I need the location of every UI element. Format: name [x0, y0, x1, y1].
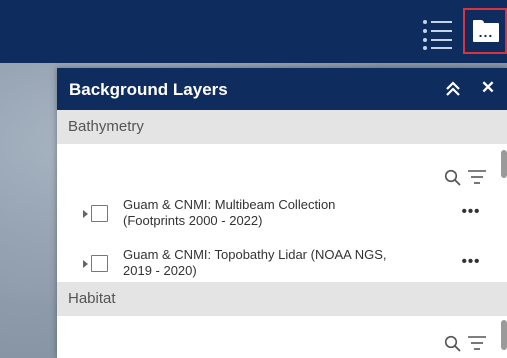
layer-label: Guam & CNMI: Topobathy Lidar (NOAA NGS, …	[123, 247, 387, 278]
panel-title: Background Layers	[69, 80, 228, 99]
search-icon[interactable]	[444, 335, 462, 353]
background-layers-button[interactable]: ...	[463, 8, 507, 54]
scrollbar-thumb[interactable]	[501, 150, 507, 178]
layer-checkbox[interactable]	[91, 255, 108, 272]
list-icon[interactable]	[421, 16, 453, 50]
section-title: Bathymetry	[68, 118, 144, 135]
close-button[interactable]: ✕	[477, 77, 499, 99]
expand-caret-icon[interactable]	[83, 260, 88, 268]
more-options-icon[interactable]: •••	[458, 204, 484, 221]
scrollbar-thumb[interactable]	[501, 320, 507, 350]
collapse-button[interactable]	[443, 79, 463, 99]
background-layers-panel: Background Layers ✕ Bathymetry Guam & CN…	[57, 68, 507, 358]
panel-header: Background Layers ✕	[57, 68, 507, 110]
expand-caret-icon[interactable]	[83, 210, 88, 218]
section-header-habitat[interactable]: Habitat	[57, 282, 507, 316]
top-toolbar: ...	[0, 0, 507, 63]
layer-checkbox[interactable]	[91, 205, 108, 222]
section-header-bathymetry[interactable]: Bathymetry	[57, 110, 507, 144]
more-options-icon[interactable]: •••	[458, 254, 484, 271]
filter-icon[interactable]	[467, 334, 487, 352]
section-title: Habitat	[68, 290, 116, 307]
folder-icon: ...	[473, 20, 499, 42]
layer-item[interactable]: Guam & CNMI: Multibeam Collection (Footp…	[57, 196, 507, 236]
layer-item[interactable]: Guam & CNMI: Topobathy Lidar (NOAA NGS, …	[57, 246, 507, 286]
double-chevron-up-icon	[446, 81, 460, 96]
layer-label: Guam & CNMI: Multibeam Collection (Footp…	[123, 197, 336, 228]
filter-icon[interactable]	[467, 168, 487, 186]
search-icon[interactable]	[444, 169, 462, 187]
folder-more-dots: ...	[478, 24, 494, 40]
